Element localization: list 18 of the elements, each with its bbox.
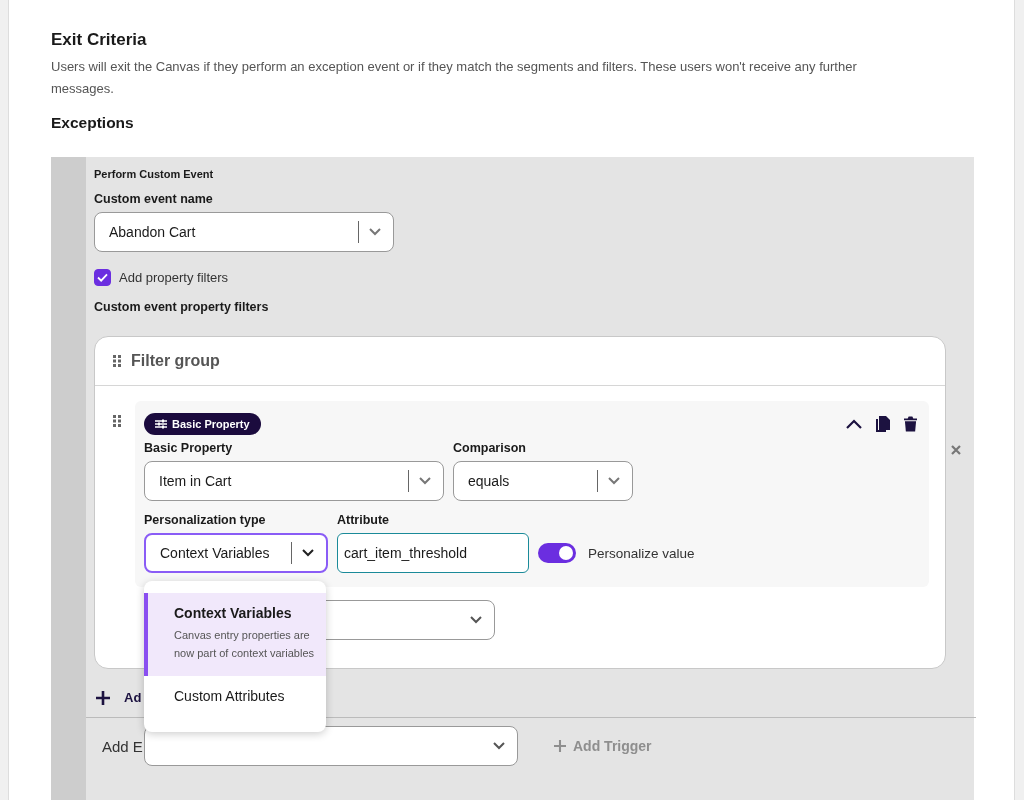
field-label: Comparison [453,441,527,455]
add-event-label: Add E [102,737,144,755]
option-title: Custom Attributes [174,688,286,704]
event-type-label: Perform Custom Event [94,168,215,180]
field-label: Custom event property filters [94,300,270,314]
option-description: Canvas entry properties are now part of context variables [174,628,316,661]
filter-type-badge: Basic Property [144,413,261,435]
section-description: Users will exit the Canvas if they perform an exception event or if they match the segments and filters. These users won't receive any further messages. [51,58,858,98]
field-label: Personalization type [144,513,267,527]
option-title: Context Variables [174,605,293,621]
checkbox-label: Add property filters [119,270,229,285]
field-label: Attribute [337,513,391,527]
field-label: Custom event name [94,192,214,206]
filter-group-title: Filter group [131,352,220,370]
subsection-title: Exceptions [51,114,135,132]
field-label: Basic Property [144,441,234,455]
toggle-label: Personalize value [588,545,695,561]
section-title: Exit Criteria [51,30,148,50]
